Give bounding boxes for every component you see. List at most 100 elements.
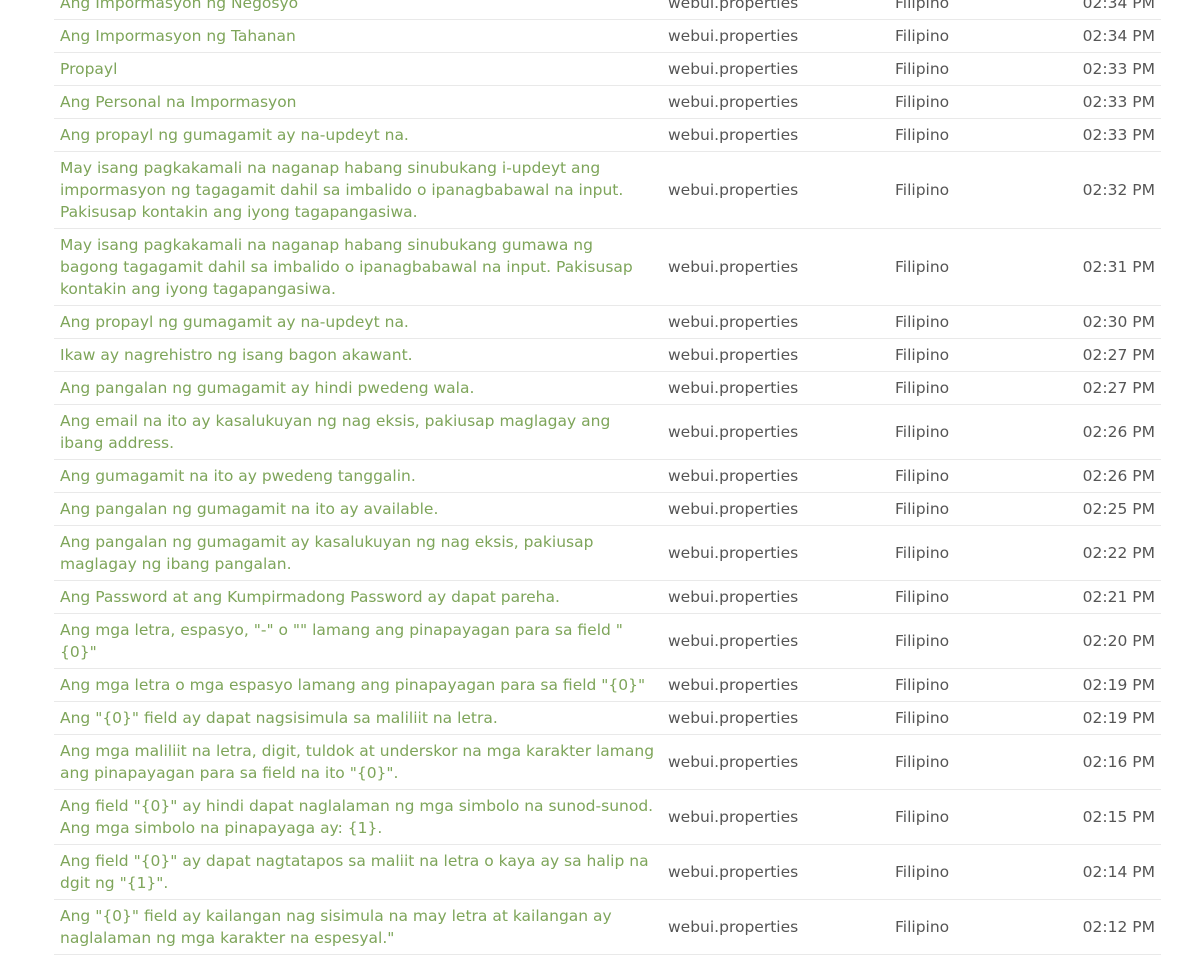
translation-activity-table: Ang Impormasyon ng Negosyo webui.properti…: [54, 0, 1161, 955]
table-row[interactable]: Ang mga letra, espasyo, "-" o "" lamang …: [54, 613, 1161, 669]
language-name: Filipino: [883, 228, 1051, 306]
language-name: Filipino: [883, 525, 1051, 581]
table-row[interactable]: Ang Personal na Impormasyon webui.propert…: [54, 85, 1161, 119]
file-name: webui.properties: [662, 118, 883, 152]
timestamp: 02:22 PM: [1051, 525, 1161, 581]
message-link[interactable]: Ang field "{0}" ay hindi dapat naglalama…: [54, 789, 662, 845]
language-name: Filipino: [883, 305, 1051, 339]
message-link[interactable]: Ang email na ito ay kasalukuyan ng nag e…: [54, 404, 662, 460]
language-name: Filipino: [883, 118, 1051, 152]
file-name: webui.properties: [662, 701, 883, 735]
timestamp: 02:19 PM: [1051, 701, 1161, 735]
table-row[interactable]: Ang mga maliliit na letra, digit, tuldok…: [54, 734, 1161, 790]
timestamp: 02:34 PM: [1051, 19, 1161, 53]
language-name: Filipino: [883, 338, 1051, 372]
message-link[interactable]: May isang pagkakamali na naganap habang …: [54, 228, 662, 306]
table-body: Ang Impormasyon ng Negosyo webui.properti…: [54, 0, 1161, 955]
message-link[interactable]: Ang gumagamit na ito ay pwedeng tanggali…: [54, 459, 662, 493]
file-name: webui.properties: [662, 151, 883, 229]
table-row[interactable]: May isang pagkakamali na naganap habang …: [54, 228, 1161, 306]
table-row[interactable]: Ikaw ay nagrehistro ng isang bagon akawa…: [54, 338, 1161, 372]
language-name: Filipino: [883, 85, 1051, 119]
file-name: webui.properties: [662, 613, 883, 669]
table-row[interactable]: Ang propayl ng gumagamit ay na-updeyt na…: [54, 305, 1161, 339]
table-row[interactable]: Ang field "{0}" ay hindi dapat naglalama…: [54, 789, 1161, 845]
language-name: Filipino: [883, 734, 1051, 790]
table-row[interactable]: Ang "{0}" field ay kailangan nag sisimul…: [54, 899, 1161, 955]
timestamp: 02:25 PM: [1051, 492, 1161, 526]
message-link[interactable]: Ang pangalan ng gumagamit na ito ay avai…: [54, 492, 662, 526]
language-name: Filipino: [883, 459, 1051, 493]
file-name: webui.properties: [662, 52, 883, 86]
timestamp: 02:19 PM: [1051, 668, 1161, 702]
file-name: webui.properties: [662, 0, 883, 20]
table-row[interactable]: May isang pagkakamali na naganap habang …: [54, 151, 1161, 229]
timestamp: 02:27 PM: [1051, 338, 1161, 372]
file-name: webui.properties: [662, 459, 883, 493]
table-row[interactable]: Ang pangalan ng gumagamit ay kasalukuyan…: [54, 525, 1161, 581]
message-link[interactable]: Ang Impormasyon ng Negosyo: [54, 0, 662, 20]
message-link[interactable]: Ang "{0}" field ay kailangan nag sisimul…: [54, 899, 662, 955]
timestamp: 02:15 PM: [1051, 789, 1161, 845]
file-name: webui.properties: [662, 734, 883, 790]
table-row[interactable]: Ang propayl ng gumagamit ay na-updeyt na…: [54, 118, 1161, 152]
file-name: webui.properties: [662, 492, 883, 526]
table-row[interactable]: Ang pangalan ng gumagamit na ito ay avai…: [54, 492, 1161, 526]
language-name: Filipino: [883, 19, 1051, 53]
timestamp: 02:26 PM: [1051, 459, 1161, 493]
timestamp: 02:12 PM: [1051, 899, 1161, 955]
message-link[interactable]: Ang Password at ang Kumpirmadong Passwor…: [54, 580, 662, 614]
timestamp: 02:34 PM: [1051, 0, 1161, 20]
language-name: Filipino: [883, 151, 1051, 229]
message-link[interactable]: Ang propayl ng gumagamit ay na-updeyt na…: [54, 118, 662, 152]
language-name: Filipino: [883, 52, 1051, 86]
timestamp: 02:20 PM: [1051, 613, 1161, 669]
table-row[interactable]: Ang gumagamit na ito ay pwedeng tanggali…: [54, 459, 1161, 493]
table-row[interactable]: Ang Impormasyon ng Tahanan webui.properti…: [54, 19, 1161, 53]
table-row[interactable]: Ang pangalan ng gumagamit ay hindi pwede…: [54, 371, 1161, 405]
message-link[interactable]: Ikaw ay nagrehistro ng isang bagon akawa…: [54, 338, 662, 372]
language-name: Filipino: [883, 899, 1051, 955]
table-row[interactable]: Ang field "{0}" ay dapat nagtatapos sa m…: [54, 844, 1161, 900]
file-name: webui.properties: [662, 580, 883, 614]
message-link[interactable]: Ang propayl ng gumagamit ay na-updeyt na…: [54, 305, 662, 339]
language-name: Filipino: [883, 404, 1051, 460]
message-link[interactable]: Ang pangalan ng gumagamit ay kasalukuyan…: [54, 525, 662, 581]
timestamp: 02:26 PM: [1051, 404, 1161, 460]
table-row[interactable]: Ang Password at ang Kumpirmadong Passwor…: [54, 580, 1161, 614]
timestamp: 02:27 PM: [1051, 371, 1161, 405]
file-name: webui.properties: [662, 338, 883, 372]
timestamp: 02:33 PM: [1051, 52, 1161, 86]
table-row[interactable]: Ang Impormasyon ng Negosyo webui.properti…: [54, 0, 1161, 20]
message-link[interactable]: Ang Personal na Impormasyon: [54, 85, 662, 119]
message-link[interactable]: Ang mga letra, espasyo, "-" o "" lamang …: [54, 613, 662, 669]
file-name: webui.properties: [662, 19, 883, 53]
timestamp: 02:14 PM: [1051, 844, 1161, 900]
message-link[interactable]: Ang pangalan ng gumagamit ay hindi pwede…: [54, 371, 662, 405]
table-row[interactable]: Propayl webui.properties Filipino 02:33 PM: [54, 52, 1161, 86]
message-link[interactable]: Ang mga letra o mga espasyo lamang ang p…: [54, 668, 662, 702]
table-row[interactable]: Ang email na ito ay kasalukuyan ng nag e…: [54, 404, 1161, 460]
message-link[interactable]: Ang "{0}" field ay dapat nagsisimula sa …: [54, 701, 662, 735]
timestamp: 02:33 PM: [1051, 118, 1161, 152]
message-link[interactable]: Ang field "{0}" ay dapat nagtatapos sa m…: [54, 844, 662, 900]
table-row[interactable]: Ang mga letra o mga espasyo lamang ang p…: [54, 668, 1161, 702]
timestamp: 02:21 PM: [1051, 580, 1161, 614]
language-name: Filipino: [883, 371, 1051, 405]
message-link[interactable]: Propayl: [54, 52, 662, 86]
language-name: Filipino: [883, 701, 1051, 735]
timestamp: 02:31 PM: [1051, 228, 1161, 306]
activity-list: Ang Impormasyon ng Negosyo webui.properti…: [54, 0, 1161, 955]
language-name: Filipino: [883, 0, 1051, 20]
message-link[interactable]: Ang Impormasyon ng Tahanan: [54, 19, 662, 53]
file-name: webui.properties: [662, 789, 883, 845]
file-name: webui.properties: [662, 228, 883, 306]
file-name: webui.properties: [662, 305, 883, 339]
message-link[interactable]: May isang pagkakamali na naganap habang …: [54, 151, 662, 229]
language-name: Filipino: [883, 789, 1051, 845]
file-name: webui.properties: [662, 404, 883, 460]
language-name: Filipino: [883, 668, 1051, 702]
message-link[interactable]: Ang mga maliliit na letra, digit, tuldok…: [54, 734, 662, 790]
file-name: webui.properties: [662, 668, 883, 702]
table-row[interactable]: Ang "{0}" field ay dapat nagsisimula sa …: [54, 701, 1161, 735]
